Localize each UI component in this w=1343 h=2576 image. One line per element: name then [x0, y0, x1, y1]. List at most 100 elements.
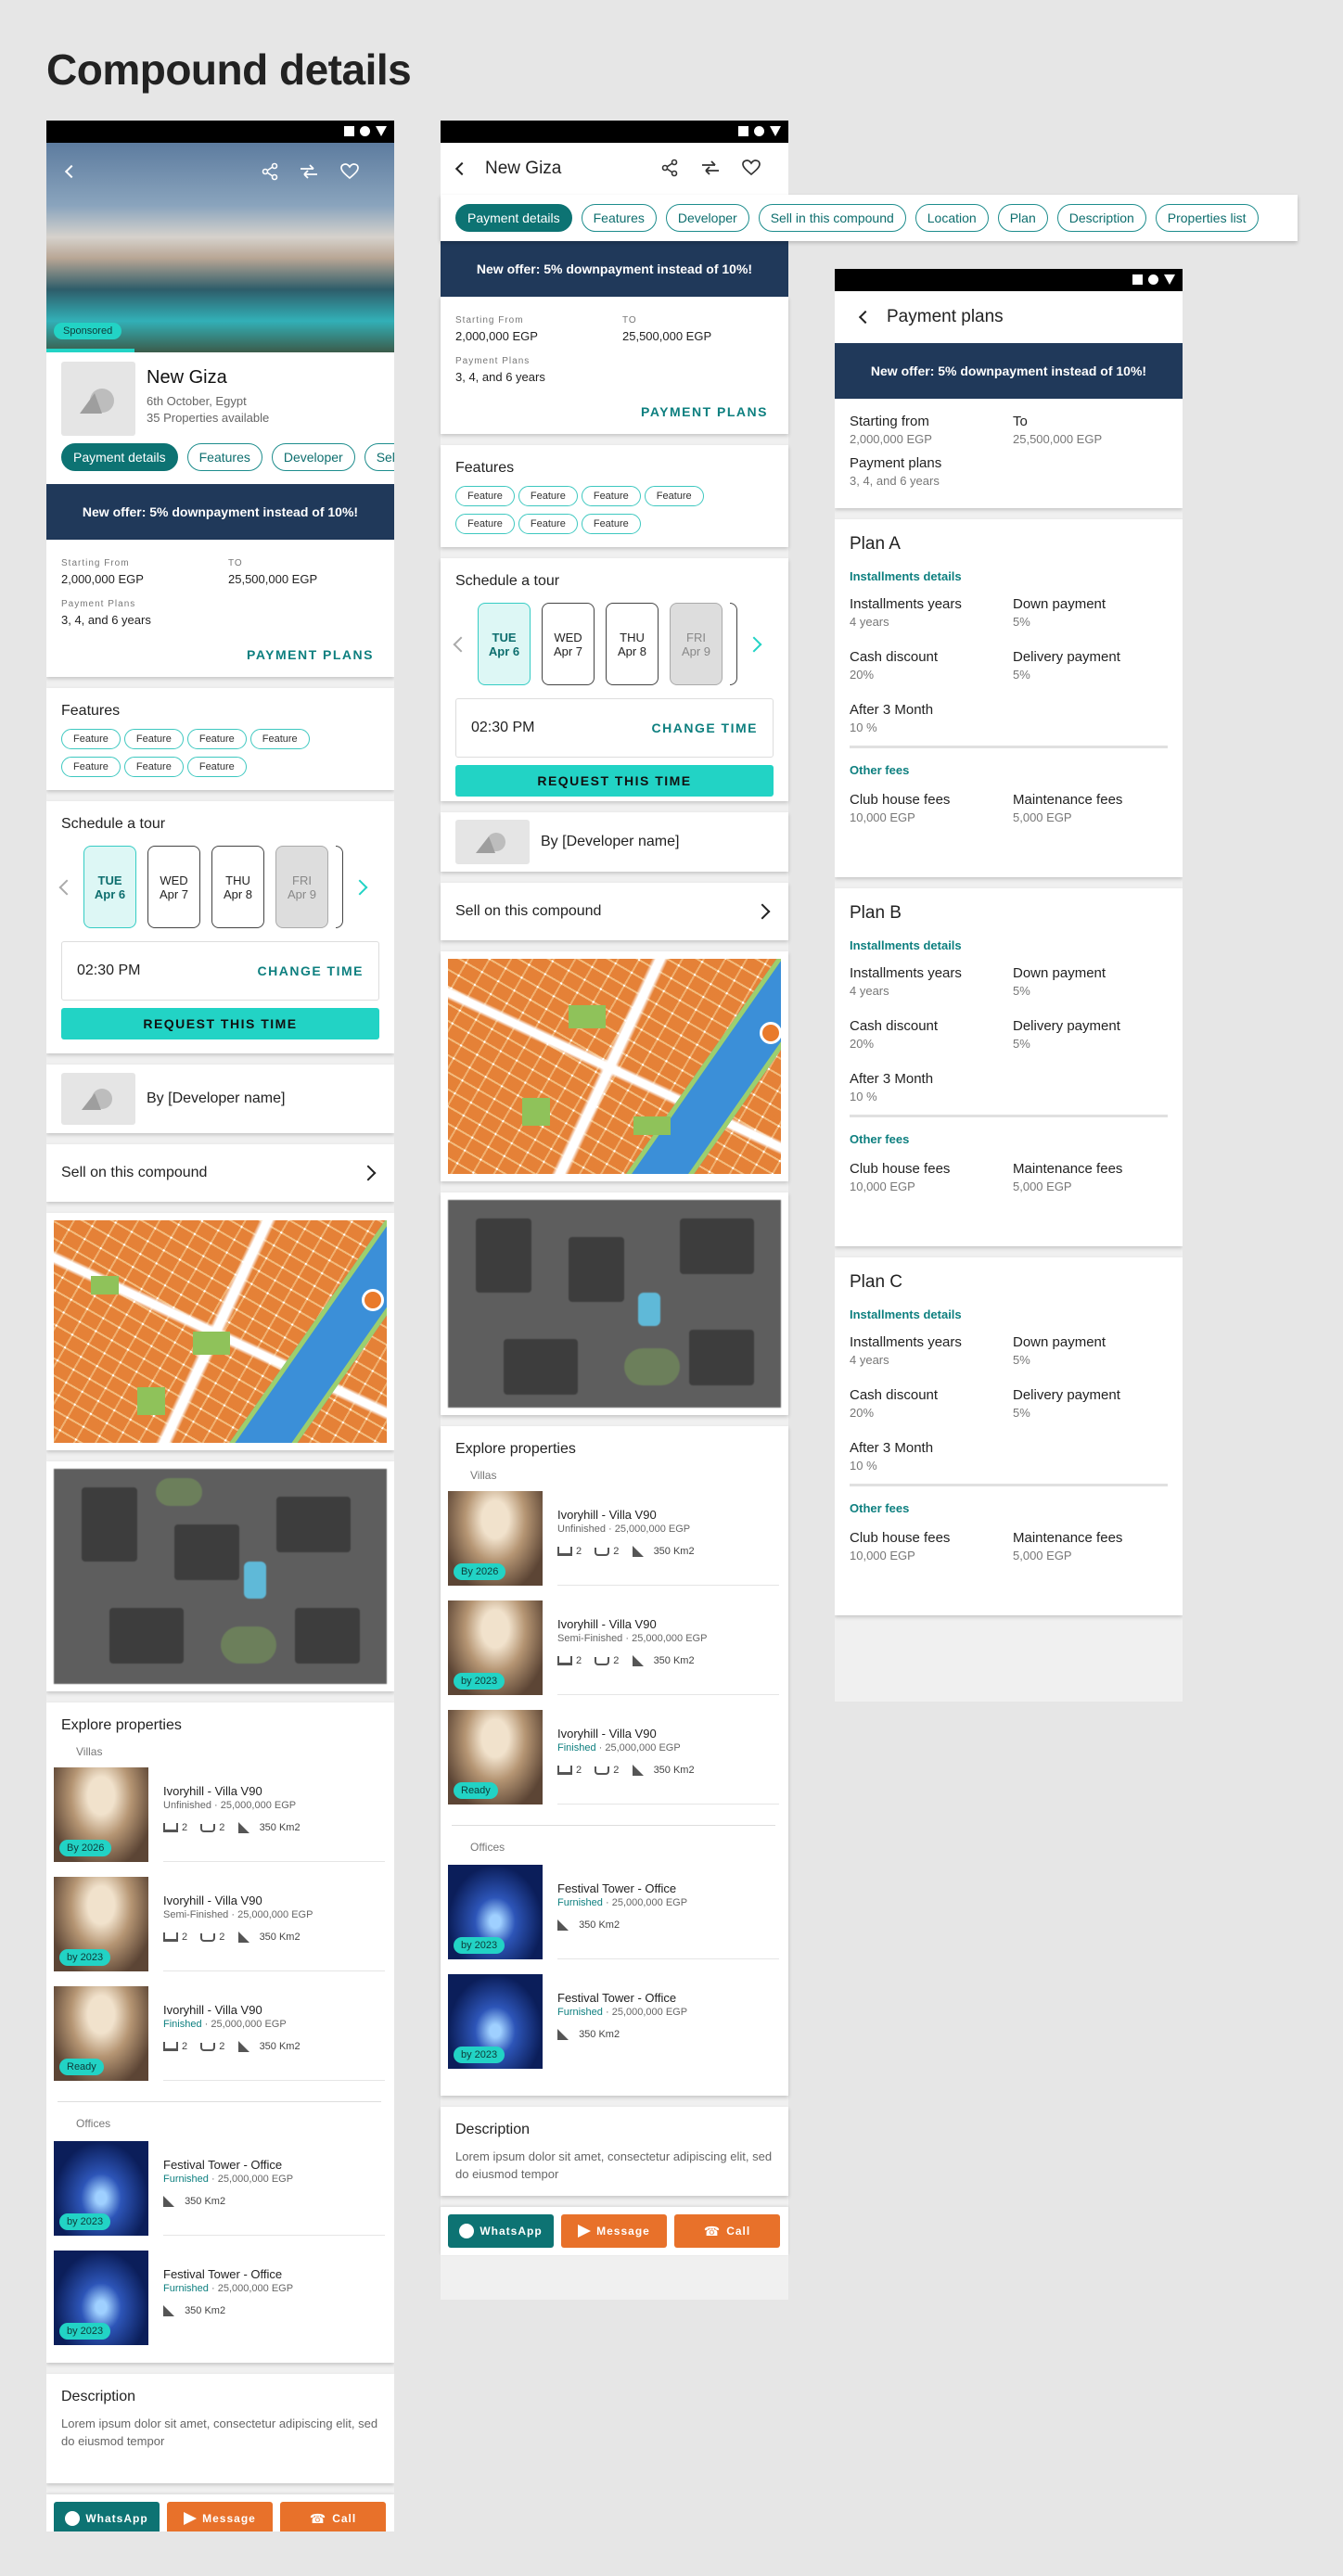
property-image: by 2023 — [54, 2251, 148, 2345]
tab-plan[interactable]: Plan — [997, 204, 1048, 232]
map-park — [633, 1116, 671, 1135]
compare-button[interactable] — [299, 161, 319, 182]
sell-on-compound-row[interactable]: Sell on this compound — [46, 1144, 394, 1202]
finishing-status: Semi-Finished — [163, 1909, 229, 1920]
share-button[interactable] — [659, 158, 680, 178]
area-icon — [632, 1765, 644, 1776]
back-button[interactable] — [454, 161, 476, 176]
aerial-pool — [244, 1562, 266, 1599]
to-value: 25,500,000 EGP — [228, 572, 318, 586]
villa-list: By 2026 Ivoryhill - Villa V90 Unfinished… — [448, 1491, 779, 1819]
prev-days-button[interactable] — [453, 636, 469, 652]
whatsapp-button[interactable]: WhatsApp — [54, 2502, 160, 2531]
status-circle-icon — [360, 126, 370, 136]
developer-card[interactable]: By [Developer name] — [441, 812, 788, 872]
payment-plans-label: Payment plans — [850, 455, 942, 471]
property-row[interactable]: By 2026 Ivoryhill - Villa V90 Unfinished… — [448, 1491, 779, 1600]
delivery-badge: By 2026 — [454, 1563, 506, 1580]
next-days-button[interactable] — [746, 636, 762, 652]
property-row[interactable]: by 2023 Festival Tower - Office Furnishe… — [54, 2141, 385, 2251]
favorite-button[interactable] — [339, 161, 360, 182]
property-price: 25,000,000 EGP — [211, 2019, 287, 2030]
day-option[interactable]: FRI Apr 9 — [275, 846, 328, 928]
heart-icon — [742, 159, 761, 176]
message-button[interactable]: Message — [561, 2214, 667, 2248]
favorite-button[interactable] — [741, 158, 761, 178]
delivery-payment-label: Delivery payment — [1013, 649, 1120, 665]
day-option[interactable]: THU Apr 8 — [211, 846, 264, 928]
compare-button[interactable] — [700, 158, 721, 178]
starting-from-label: Starting from — [850, 414, 929, 429]
sticky-tabs: Payment details Features Developer Sell … — [441, 195, 1298, 241]
property-row[interactable]: by 2023 Ivoryhill - Villa V90 Semi-Finis… — [54, 1877, 385, 1986]
compare-icon — [301, 164, 317, 179]
day-option[interactable]: FRI Apr 9 — [670, 603, 723, 685]
change-time-button[interactable]: CHANGE TIME — [258, 963, 365, 978]
share-button[interactable] — [260, 161, 280, 182]
day-option[interactable]: THU Apr 8 — [606, 603, 659, 685]
tab-developer[interactable]: Developer — [665, 204, 749, 232]
other-fees-heading: Other fees — [850, 1501, 910, 1515]
day-option[interactable]: WED Apr 7 — [147, 846, 200, 928]
send-icon — [184, 2512, 198, 2525]
tab-payment-details[interactable]: Payment details — [61, 443, 178, 471]
map-park — [193, 1332, 230, 1355]
aerial-building — [680, 1218, 754, 1274]
bed-icon — [557, 1766, 572, 1775]
request-time-button[interactable]: REQUEST THIS TIME — [455, 765, 774, 797]
location-map[interactable] — [54, 1220, 387, 1443]
developer-name: By [Developer name] — [541, 834, 680, 849]
aerial-greenery — [221, 1626, 276, 1664]
back-button[interactable] — [858, 310, 879, 325]
day-option[interactable]: WED Apr 7 — [542, 603, 595, 685]
starting-from-label: Starting From — [455, 315, 524, 325]
property-row[interactable]: by 2023 Festival Tower - Office Furnishe… — [448, 1865, 779, 1974]
payment-plans-button[interactable]: PAYMENT PLANS — [641, 404, 768, 419]
tab-description[interactable]: Description — [1056, 204, 1146, 232]
office-list: by 2023 Festival Tower - Office Furnishe… — [448, 1865, 779, 2084]
aerial-image[interactable] — [448, 1200, 781, 1408]
day-option[interactable]: TUE Apr 6 — [83, 846, 136, 928]
tab-developer[interactable]: Developer — [271, 443, 355, 471]
property-row[interactable]: by 2023 Festival Tower - Office Furnishe… — [448, 1974, 779, 2084]
tab-sell-in-compound[interactable]: Sell in this compound — [364, 443, 394, 471]
properties-count: 35 Properties available — [147, 411, 270, 425]
developer-card[interactable]: By [Developer name] — [46, 1065, 394, 1133]
tab-properties-list[interactable]: Properties list — [1155, 204, 1259, 232]
property-row[interactable]: by 2023 Ivoryhill - Villa V90 Semi-Finis… — [448, 1600, 779, 1710]
back-button[interactable] — [64, 164, 79, 179]
tab-features[interactable]: Features — [186, 443, 262, 471]
call-button[interactable]: ☎ Call — [280, 2502, 386, 2531]
property-row[interactable]: by 2023 Festival Tower - Office Furnishe… — [54, 2251, 385, 2360]
whatsapp-button[interactable]: WhatsApp — [448, 2214, 554, 2248]
area-icon — [557, 1919, 569, 1931]
property-row[interactable]: Ready Ivoryhill - Villa V90 Finished · 2… — [54, 1986, 385, 2096]
message-button[interactable]: Message — [167, 2502, 273, 2531]
prev-days-button[interactable] — [58, 879, 75, 895]
delivery-badge: By 2026 — [59, 1840, 112, 1856]
tab-sell-in-compound[interactable]: Sell in this compound — [758, 204, 906, 232]
next-days-button[interactable] — [352, 879, 368, 895]
call-button[interactable]: ☎ Call — [674, 2214, 780, 2248]
location-map[interactable] — [448, 959, 781, 1174]
payment-plans-button[interactable]: PAYMENT PLANS — [247, 647, 374, 662]
offer-banner: New offer: 5% downpayment instead of 10%… — [835, 343, 1183, 399]
status-square-icon — [344, 126, 354, 136]
sell-on-compound-row[interactable]: Sell on this compound — [441, 883, 788, 940]
developer-logo-placeholder — [61, 1073, 135, 1125]
change-time-button[interactable]: CHANGE TIME — [652, 721, 759, 735]
request-time-button[interactable]: REQUEST THIS TIME — [61, 1008, 379, 1039]
property-row[interactable]: By 2026 Ivoryhill - Villa V90 Unfinished… — [54, 1767, 385, 1877]
bed-icon — [163, 2042, 178, 2051]
feature-chip: Feature — [61, 729, 121, 749]
property-row[interactable]: Ready Ivoryhill - Villa V90 Finished · 2… — [448, 1710, 779, 1819]
delivery-payment-label: Delivery payment — [1013, 1018, 1120, 1034]
baths-count: 2 — [613, 1765, 620, 1776]
day-option[interactable]: TUE Apr 6 — [478, 603, 531, 685]
tab-location[interactable]: Location — [915, 204, 989, 232]
tab-payment-details[interactable]: Payment details — [455, 204, 572, 232]
property-price: 25,000,000 EGP — [632, 1633, 708, 1644]
bed-icon — [557, 1547, 572, 1556]
tab-features[interactable]: Features — [581, 204, 657, 232]
aerial-image[interactable] — [54, 1469, 387, 1684]
